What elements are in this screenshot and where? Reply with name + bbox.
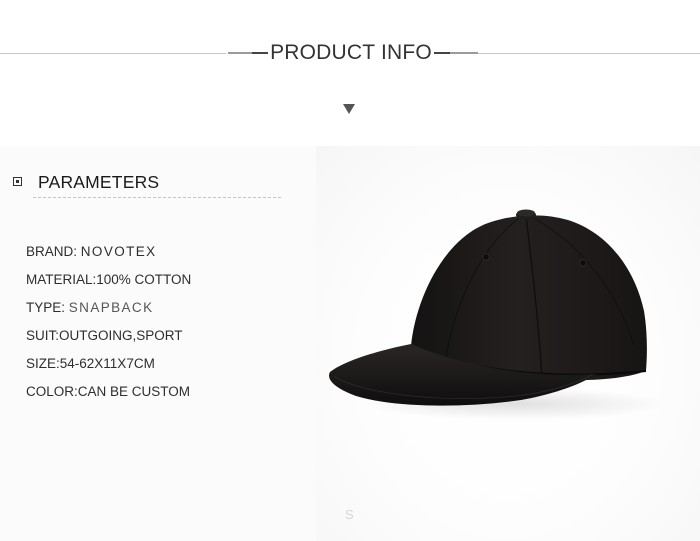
- triangle-down-icon: [343, 104, 355, 114]
- spec-key: SUIT:: [26, 328, 60, 343]
- spec-row-type: TYPE: SNAPBACK: [26, 300, 154, 316]
- parameters-divider: [33, 197, 281, 198]
- title-decoration-right: [434, 52, 478, 54]
- spec-value: 54-62X11X7CM: [59, 356, 155, 371]
- spec-value: NOVOTEX: [80, 244, 157, 259]
- spec-value: SNAPBACK: [68, 300, 154, 315]
- spec-row-color: COLOR:CAN BE CUSTOM: [26, 384, 190, 400]
- spec-row-brand: BRAND: NOVOTEX: [26, 244, 157, 260]
- parameters-title: PARAMETERS: [38, 172, 160, 192]
- snapback-cap-image: [329, 209, 666, 420]
- page-title-block: PRODUCT INFO: [226, 39, 478, 67]
- spec-row-material: MATERIAL:100% COTTON: [26, 272, 191, 288]
- spec-row-size: SIZE:54-62X11X7CM: [26, 356, 155, 372]
- spec-value: 100% COTTON: [96, 272, 192, 287]
- spec-key: BRAND:: [26, 244, 81, 259]
- spec-key: TYPE:: [26, 300, 69, 315]
- page-title: PRODUCT INFO: [270, 41, 432, 64]
- title-decoration-left: [228, 52, 268, 54]
- footer-watermark: S: [345, 507, 354, 522]
- square-bullet-icon: [13, 177, 22, 186]
- spec-key: COLOR:: [26, 384, 78, 399]
- spec-key: SIZE:: [26, 356, 60, 371]
- spec-value: OUTGOING,SPORT: [59, 328, 183, 343]
- spec-row-suit: SUIT:OUTGOING,SPORT: [26, 328, 183, 344]
- spec-key: MATERIAL:: [26, 272, 97, 287]
- spec-value: CAN BE CUSTOM: [77, 384, 191, 399]
